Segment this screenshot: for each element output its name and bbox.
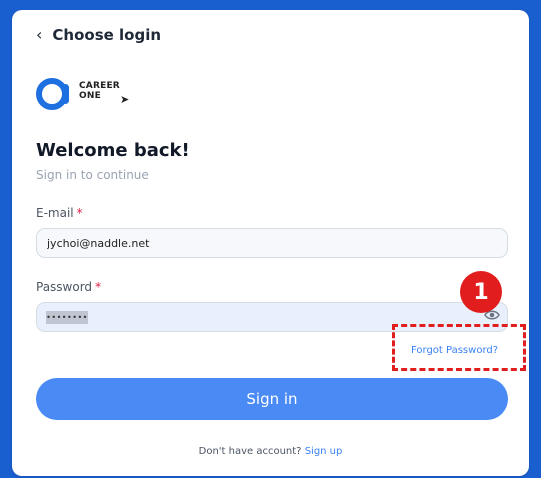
email-label-text: E-mail xyxy=(36,206,74,220)
sign-up-link[interactable]: Sign up xyxy=(305,446,343,457)
required-mark: * xyxy=(76,206,83,220)
logo-mark-icon xyxy=(36,78,69,110)
required-mark: * xyxy=(95,280,102,294)
back-label: Choose login xyxy=(52,26,162,44)
annotation-highlight-box xyxy=(392,324,526,371)
career-one-logo: CAREER ONE ➤ xyxy=(36,72,146,114)
email-label: E-mail * xyxy=(36,206,83,220)
page-subtitle: Sign in to continue xyxy=(36,168,149,182)
choose-login-back-button[interactable]: ‹ Choose login xyxy=(36,26,161,44)
signup-prompt-text: Don't have account? xyxy=(198,446,302,457)
sign-in-button[interactable]: Sign in xyxy=(36,378,508,420)
email-field[interactable] xyxy=(36,228,508,258)
login-card: ‹ Choose login CAREER ONE ➤ Welcome back… xyxy=(12,10,529,476)
password-label-text: Password xyxy=(36,280,93,294)
logo-line1: CAREER xyxy=(79,81,120,91)
cursor-icon: ➤ xyxy=(120,93,130,106)
logo-wordmark: CAREER ONE xyxy=(79,81,120,101)
logo-line2: ONE xyxy=(79,91,101,101)
page-title: Welcome back! xyxy=(36,140,190,161)
chevron-left-icon: ‹ xyxy=(36,25,43,44)
annotation-step-badge: 1 xyxy=(460,271,502,313)
signup-prompt: Don't have account? Sign up xyxy=(12,446,529,457)
password-label: Password * xyxy=(36,280,101,294)
